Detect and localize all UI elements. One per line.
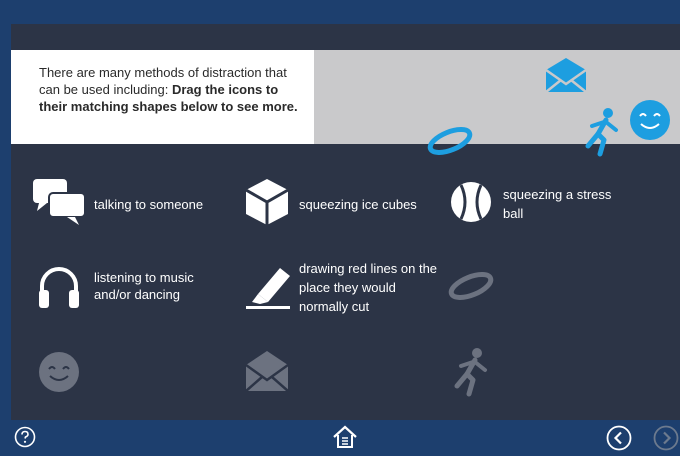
smiley-slot-icon[interactable] [38, 351, 80, 393]
home-icon [333, 425, 357, 448]
running-person-icon[interactable] [580, 106, 624, 158]
speech-bubbles-icon [33, 179, 86, 225]
envelope-icon[interactable] [544, 56, 588, 94]
smiley-icon[interactable] [629, 99, 671, 141]
running-person-slot-icon[interactable] [449, 346, 493, 398]
wristband-slot-icon[interactable] [446, 269, 496, 303]
item-label-ice-cubes: squeezing ice cubes [299, 197, 417, 212]
help-icon [14, 426, 36, 448]
envelope-slot-icon[interactable] [244, 349, 290, 393]
marker-icon [246, 268, 290, 309]
headphones-icon [39, 267, 79, 308]
help-button[interactable] [13, 425, 37, 449]
top-bar [11, 24, 680, 50]
intro-text: There are many methods of distraction th… [39, 65, 298, 114]
item-label-red-lines: drawing red lines on the place they woul… [299, 261, 438, 314]
back-arrow-icon [606, 425, 632, 451]
footer-bar [11, 420, 680, 456]
item-label-stress-ball: squeezing a stress ball [503, 187, 612, 221]
ice-cube-icon [245, 179, 289, 225]
next-button[interactable] [652, 424, 680, 452]
item-label-talking: talking to someone [94, 197, 204, 212]
intro-panel: There are many methods of distraction th… [11, 50, 314, 144]
next-arrow-icon [653, 425, 679, 451]
drag-source-area [314, 50, 680, 157]
stress-ball-icon [451, 182, 491, 222]
wristband-icon[interactable] [426, 124, 474, 158]
home-button[interactable] [331, 423, 359, 451]
item-label-music: listening to music and/or dancing [94, 270, 194, 302]
back-button[interactable] [605, 424, 633, 452]
activity-frame: There are many methods of distraction th… [11, 24, 680, 456]
